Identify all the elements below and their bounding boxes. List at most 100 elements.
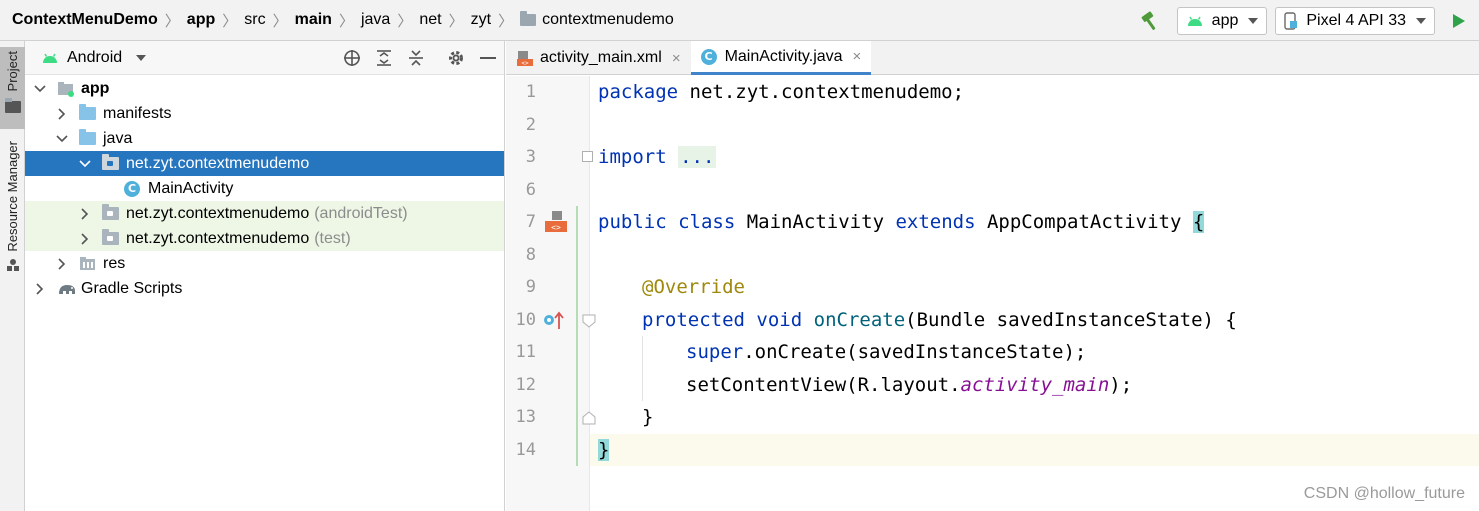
related-layout-icon[interactable]: <> [544,210,568,234]
code-token: setContentView(R.layout. [686,374,961,396]
breadcrumb-module[interactable]: app [187,11,215,29]
code-token: net.zyt.contextmenudemo; [678,81,965,103]
chevron-down-icon[interactable] [33,82,47,96]
code-line-1: package net.zyt.contextmenudemo; [598,76,1479,108]
breadcrumb-separator: 〉 [164,12,180,30]
code-token: MainActivity [735,211,896,233]
close-icon[interactable]: × [672,50,681,67]
tree-node-package-main[interactable]: net.zyt.contextmenudemo [25,151,504,176]
line-number: 12 [515,375,536,395]
expand-all-button[interactable] [368,41,400,75]
breadcrumb-separator: 〉 [448,12,464,30]
resource-manager-tool-tab[interactable]: Resource Manager [0,141,25,281]
chevron-right-icon[interactable] [33,282,47,296]
code-token: void [756,309,803,331]
tab-activity-main-xml[interactable]: <> activity_main.xml × [506,41,691,75]
breadcrumb-zyt[interactable]: zyt [471,11,491,29]
code-token: AppCompatActivity [975,211,1193,233]
tree-node-app[interactable]: app [25,76,504,101]
code-line-12: setContentView(R.layout. activity_main); [686,369,1479,401]
matched-brace: { [1192,211,1205,233]
editor-gutter: 1 2 3 6 7 8 9 10 11 12 13 14 <> [506,76,596,511]
line-number: 14 [515,440,536,460]
breadcrumb-java[interactable]: java [361,11,390,29]
code-line-10: protected void onCreate (Bundle savedInst… [642,304,1479,336]
svg-text:<>: <> [521,60,529,67]
breadcrumb-separator: 〉 [498,12,514,30]
project-tool-tab[interactable]: Project [0,47,25,129]
tree-node-manifests[interactable]: manifests [25,101,504,126]
chevron-right-icon[interactable] [55,107,69,121]
toolbar-actions: app Pixel 4 API 33 [1139,0,1479,41]
tab-mainactivity-java[interactable]: C MainActivity.java × [690,41,872,75]
tree-node-label: manifests [103,104,172,122]
code-token: activity_main [960,374,1110,396]
tool-window-strip: Project Resource Manager [0,41,25,511]
tree-node-res[interactable]: res [25,251,504,276]
code-token: .onCreate(savedInstanceState); [743,341,1087,363]
project-view-selector[interactable]: Android [67,49,122,67]
breadcrumb-main[interactable]: main [295,11,332,29]
run-configuration-dropdown[interactable]: app [1176,6,1268,35]
code-editor[interactable]: package net.zyt.contextmenudemo; import … [590,76,1479,511]
breadcrumb-net[interactable]: net [419,11,441,29]
settings-button[interactable] [440,41,472,75]
gear-icon [449,51,463,65]
line-number: 13 [515,407,536,427]
indent-guide [642,336,643,401]
editor-tab-bar: <> activity_main.xml × C MainActivity.ja… [506,41,1479,75]
run-configuration-label: app [1211,11,1239,29]
line-number: 1 [525,82,536,102]
chevron-right-icon[interactable] [78,207,92,221]
folded-imports[interactable]: ... [678,146,717,168]
layout-file-icon: <> [517,51,533,67]
line-number: 2 [525,115,536,135]
line-number: 6 [525,180,536,200]
line-number: 9 [525,277,536,297]
resources-folder-icon [80,256,95,270]
code-token: import [598,146,667,168]
code-token: (Bundle savedInstanceState) { [905,309,1237,331]
navigation-bar: ContextMenuDemo 〉 app 〉 src 〉 main 〉 jav… [0,0,1479,41]
hide-panel-button[interactable] [472,41,504,75]
device-dropdown[interactable]: Pixel 4 API 33 [1275,6,1435,35]
tree-node-label: net.zyt.contextmenudemo [126,154,310,172]
watermark: CSDN @hollow_future [1303,485,1465,502]
chevron-right-icon[interactable] [78,232,92,246]
tree-node-java[interactable]: java [25,126,504,151]
locate-file-button[interactable] [336,41,368,75]
expand-all-icon [377,50,391,66]
override-method-icon[interactable] [542,311,566,331]
tree-node-label: java [103,129,133,147]
build-hammer-icon[interactable] [1139,9,1163,33]
project-panel-header: Android [25,41,504,75]
breadcrumb-separator: 〉 [222,12,238,30]
code-line-11: super .onCreate(savedInstanceState); [686,336,1479,368]
tree-node-package-test[interactable]: net.zyt.contextmenudemo (test) [25,226,504,251]
chevron-down-icon[interactable] [78,157,92,171]
chevron-down-icon[interactable] [55,132,69,146]
collapse-all-button[interactable] [400,41,432,75]
line-number: 10 [515,310,536,330]
tree-node-mainactivity[interactable]: C MainActivity [25,176,504,201]
run-icon[interactable] [1453,13,1465,28]
tree-node-label: MainActivity [148,179,234,197]
chevron-right-icon[interactable] [55,257,69,271]
chevron-down-icon[interactable] [136,54,147,61]
code-token: package [598,81,679,103]
chevron-down-icon [1416,17,1426,24]
package-icon [102,204,119,220]
project-panel: Android app manifests java net.zyt.conte… [25,41,505,511]
breadcrumb-project[interactable]: ContextMenuDemo [12,11,158,29]
line-number: 8 [525,245,536,265]
tree-node-gradle-scripts[interactable]: Gradle Scripts [25,276,504,301]
tree-node-label: Gradle Scripts [81,279,183,297]
breadcrumb-src[interactable]: src [244,11,265,29]
breadcrumb-package[interactable]: contextmenudemo [520,11,674,29]
close-icon[interactable]: × [853,48,862,65]
tree-node-package-androidtest[interactable]: net.zyt.contextmenudemo (androidTest) [25,201,504,226]
